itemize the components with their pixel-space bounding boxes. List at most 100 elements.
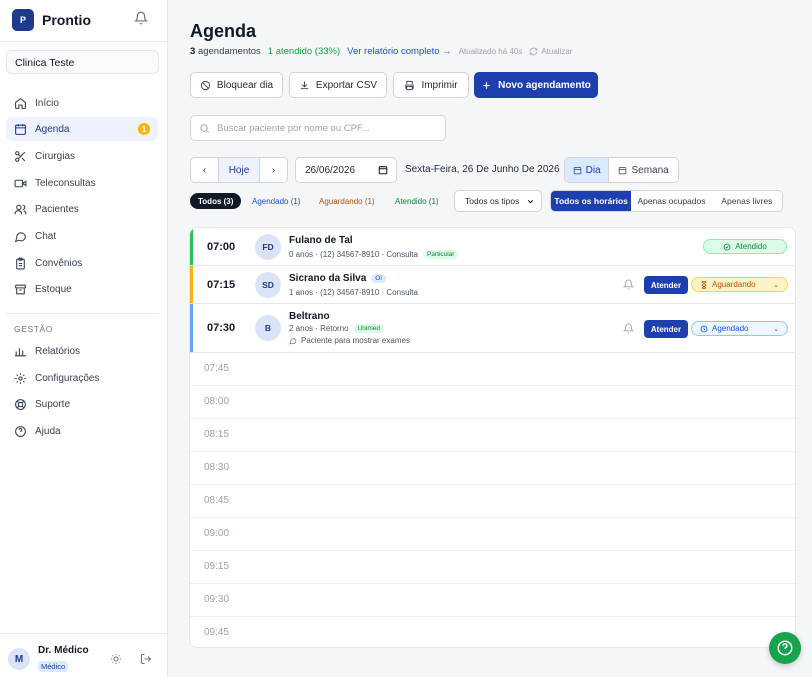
notify-bell-icon[interactable] [623, 323, 634, 334]
attend-button[interactable]: Atender [644, 276, 688, 294]
insurance-tag: Particular [422, 250, 459, 259]
sidebar-item-pacientes[interactable]: Pacientes [6, 197, 158, 221]
free-slot[interactable]: 09:15 [190, 551, 795, 584]
home-icon [15, 97, 26, 109]
sidebar-item-teleconsultas[interactable]: Teleconsultas [6, 171, 158, 195]
view-day-button[interactable]: Dia [565, 158, 610, 182]
free-slot[interactable]: 09:45 [190, 617, 795, 647]
schedule-list: 07:00 FD Fulano de Tal 0 anos · (12) 345… [189, 227, 796, 648]
sidebar-divider [0, 41, 168, 42]
filter-attended[interactable]: Atendido (1) [387, 193, 447, 209]
sidebar-item-configuracoes[interactable]: Configurações [6, 366, 158, 390]
updated-timestamp: Atualizado há 40s [458, 47, 523, 56]
check-circle-icon [723, 243, 731, 250]
help-icon [15, 425, 26, 437]
sidebar-item-relatorios[interactable]: Relatórios [6, 339, 158, 363]
sidebar-item-inicio[interactable]: Início [6, 91, 158, 115]
brand[interactable]: P Prontio [12, 8, 91, 32]
appointment-row[interactable]: 07:15 SD Sicrano da Silva Oi 1 anos · (1… [190, 266, 795, 304]
chevron-down-icon: ⌄ [773, 281, 779, 289]
block-icon [200, 80, 211, 90]
status-select[interactable]: Agendado ⌄ [691, 321, 788, 336]
video-icon [14, 179, 27, 187]
help-icon [777, 640, 793, 656]
free-slot[interactable]: 08:00 [190, 386, 795, 419]
view-toggle: Dia Semana [564, 157, 679, 183]
report-link[interactable]: Ver relatório completo → [347, 46, 452, 57]
sidebar-divider [6, 313, 158, 314]
date-navigation: ‹ Hoje › [190, 157, 288, 183]
logout-icon[interactable] [140, 653, 152, 665]
user-profile: M Dr. Médico Médico [0, 633, 168, 677]
status-select[interactable]: Aguardando ⌄ [691, 277, 788, 292]
appointment-time: 07:30 [207, 322, 236, 334]
bar-chart-icon [15, 347, 26, 356]
sidebar-item-label: Estoque [35, 283, 72, 295]
today-button[interactable]: Hoje [218, 158, 260, 182]
brand-logo: P [12, 9, 34, 31]
sidebar-item-label: Início [35, 97, 59, 109]
search-input[interactable] [217, 122, 437, 134]
type-select[interactable]: Todos os tipos [454, 190, 542, 212]
print-button[interactable]: Imprimir [393, 72, 469, 98]
filter-waiting[interactable]: Aguardando (1) [311, 193, 383, 209]
appointment-row[interactable]: 07:00 FD Fulano de Tal 0 anos · (12) 345… [190, 228, 795, 266]
time-filter-all[interactable]: Todos os horários [551, 191, 632, 211]
agenda-summary: 3 agendamentos 1 atendido (33%) Ver rela… [190, 46, 572, 57]
sidebar-item-cirurgias[interactable]: Cirurgias [6, 144, 158, 168]
patient-avatar: SD [255, 272, 281, 298]
sidebar-item-agenda[interactable]: Agenda 1 [6, 117, 158, 141]
date-picker-input[interactable]: 26/06/2026 [295, 157, 397, 183]
summary-attended: 1 atendido (33%) [267, 46, 341, 57]
time-filter-group: Todos os horários Apenas ocupados Apenas… [550, 190, 783, 212]
previous-day-button[interactable]: ‹ [191, 158, 218, 182]
time-filter-free[interactable]: Apenas livres [712, 191, 782, 211]
view-week-button[interactable]: Semana [609, 158, 678, 182]
user-name: Dr. Médico [38, 645, 89, 656]
free-slot[interactable]: 08:45 [190, 485, 795, 518]
free-slot[interactable]: 08:30 [190, 452, 795, 485]
sidebar-item-suporte[interactable]: Suporte [6, 392, 158, 416]
sidebar-item-ajuda[interactable]: Ajuda [6, 419, 158, 443]
patient-avatar: B [255, 315, 281, 341]
patient-name[interactable]: Fulano de Tal [289, 235, 353, 246]
next-day-button[interactable]: › [260, 158, 287, 182]
calendar-icon [15, 123, 26, 135]
settings-icon [15, 372, 26, 384]
help-fab-button[interactable] [769, 632, 801, 664]
time-filter-busy[interactable]: Apenas ocupados [631, 191, 711, 211]
patient-tag: Oi [371, 274, 386, 283]
avatar[interactable]: M [8, 648, 30, 670]
page-title: Agenda [190, 21, 257, 41]
filter-scheduled[interactable]: Agendado (1) [244, 193, 308, 209]
sidebar-item-estoque[interactable]: Estoque [6, 277, 158, 301]
notifications-bell-icon[interactable] [134, 11, 148, 25]
sidebar-item-label: Configurações [35, 372, 100, 384]
notify-bell-icon[interactable] [623, 279, 634, 290]
free-slot[interactable]: 08:15 [190, 419, 795, 452]
free-slot[interactable]: 09:30 [190, 584, 795, 617]
new-appointment-button[interactable]: Novo agendamento [474, 72, 598, 98]
sidebar-item-chat[interactable]: Chat [6, 224, 158, 248]
block-day-button[interactable]: Bloquear dia [190, 72, 283, 98]
refresh-button[interactable]: Atualizar [529, 47, 572, 56]
filter-all[interactable]: Todos (3) [190, 193, 242, 209]
theme-toggle-icon[interactable] [110, 653, 122, 665]
appointment-row[interactable]: 07:30 B Beltrano 2 anos · Retorno Unimed… [190, 304, 795, 353]
chevron-down-icon: ⌄ [773, 325, 779, 333]
archive-icon [15, 284, 26, 294]
clinic-selector[interactable]: Clinica Teste [6, 50, 159, 74]
free-slot[interactable]: 07:45 [190, 353, 795, 386]
agenda-count-badge: 1 [138, 123, 150, 135]
insurance-tag: Unimed [353, 324, 384, 333]
search-icon [200, 123, 209, 133]
attend-button[interactable]: Atender [644, 320, 688, 338]
section-label-gestao: GESTÃO [14, 324, 54, 334]
chat-icon [14, 231, 26, 242]
status-badge: Atendido [703, 239, 787, 254]
patient-name[interactable]: Sicrano da Silva Oi [289, 273, 386, 284]
free-slot[interactable]: 09:00 [190, 518, 795, 551]
export-csv-button[interactable]: Exportar CSV [289, 72, 387, 98]
sidebar-item-convenios[interactable]: Convênios [6, 251, 158, 275]
patient-name[interactable]: Beltrano [289, 311, 330, 322]
